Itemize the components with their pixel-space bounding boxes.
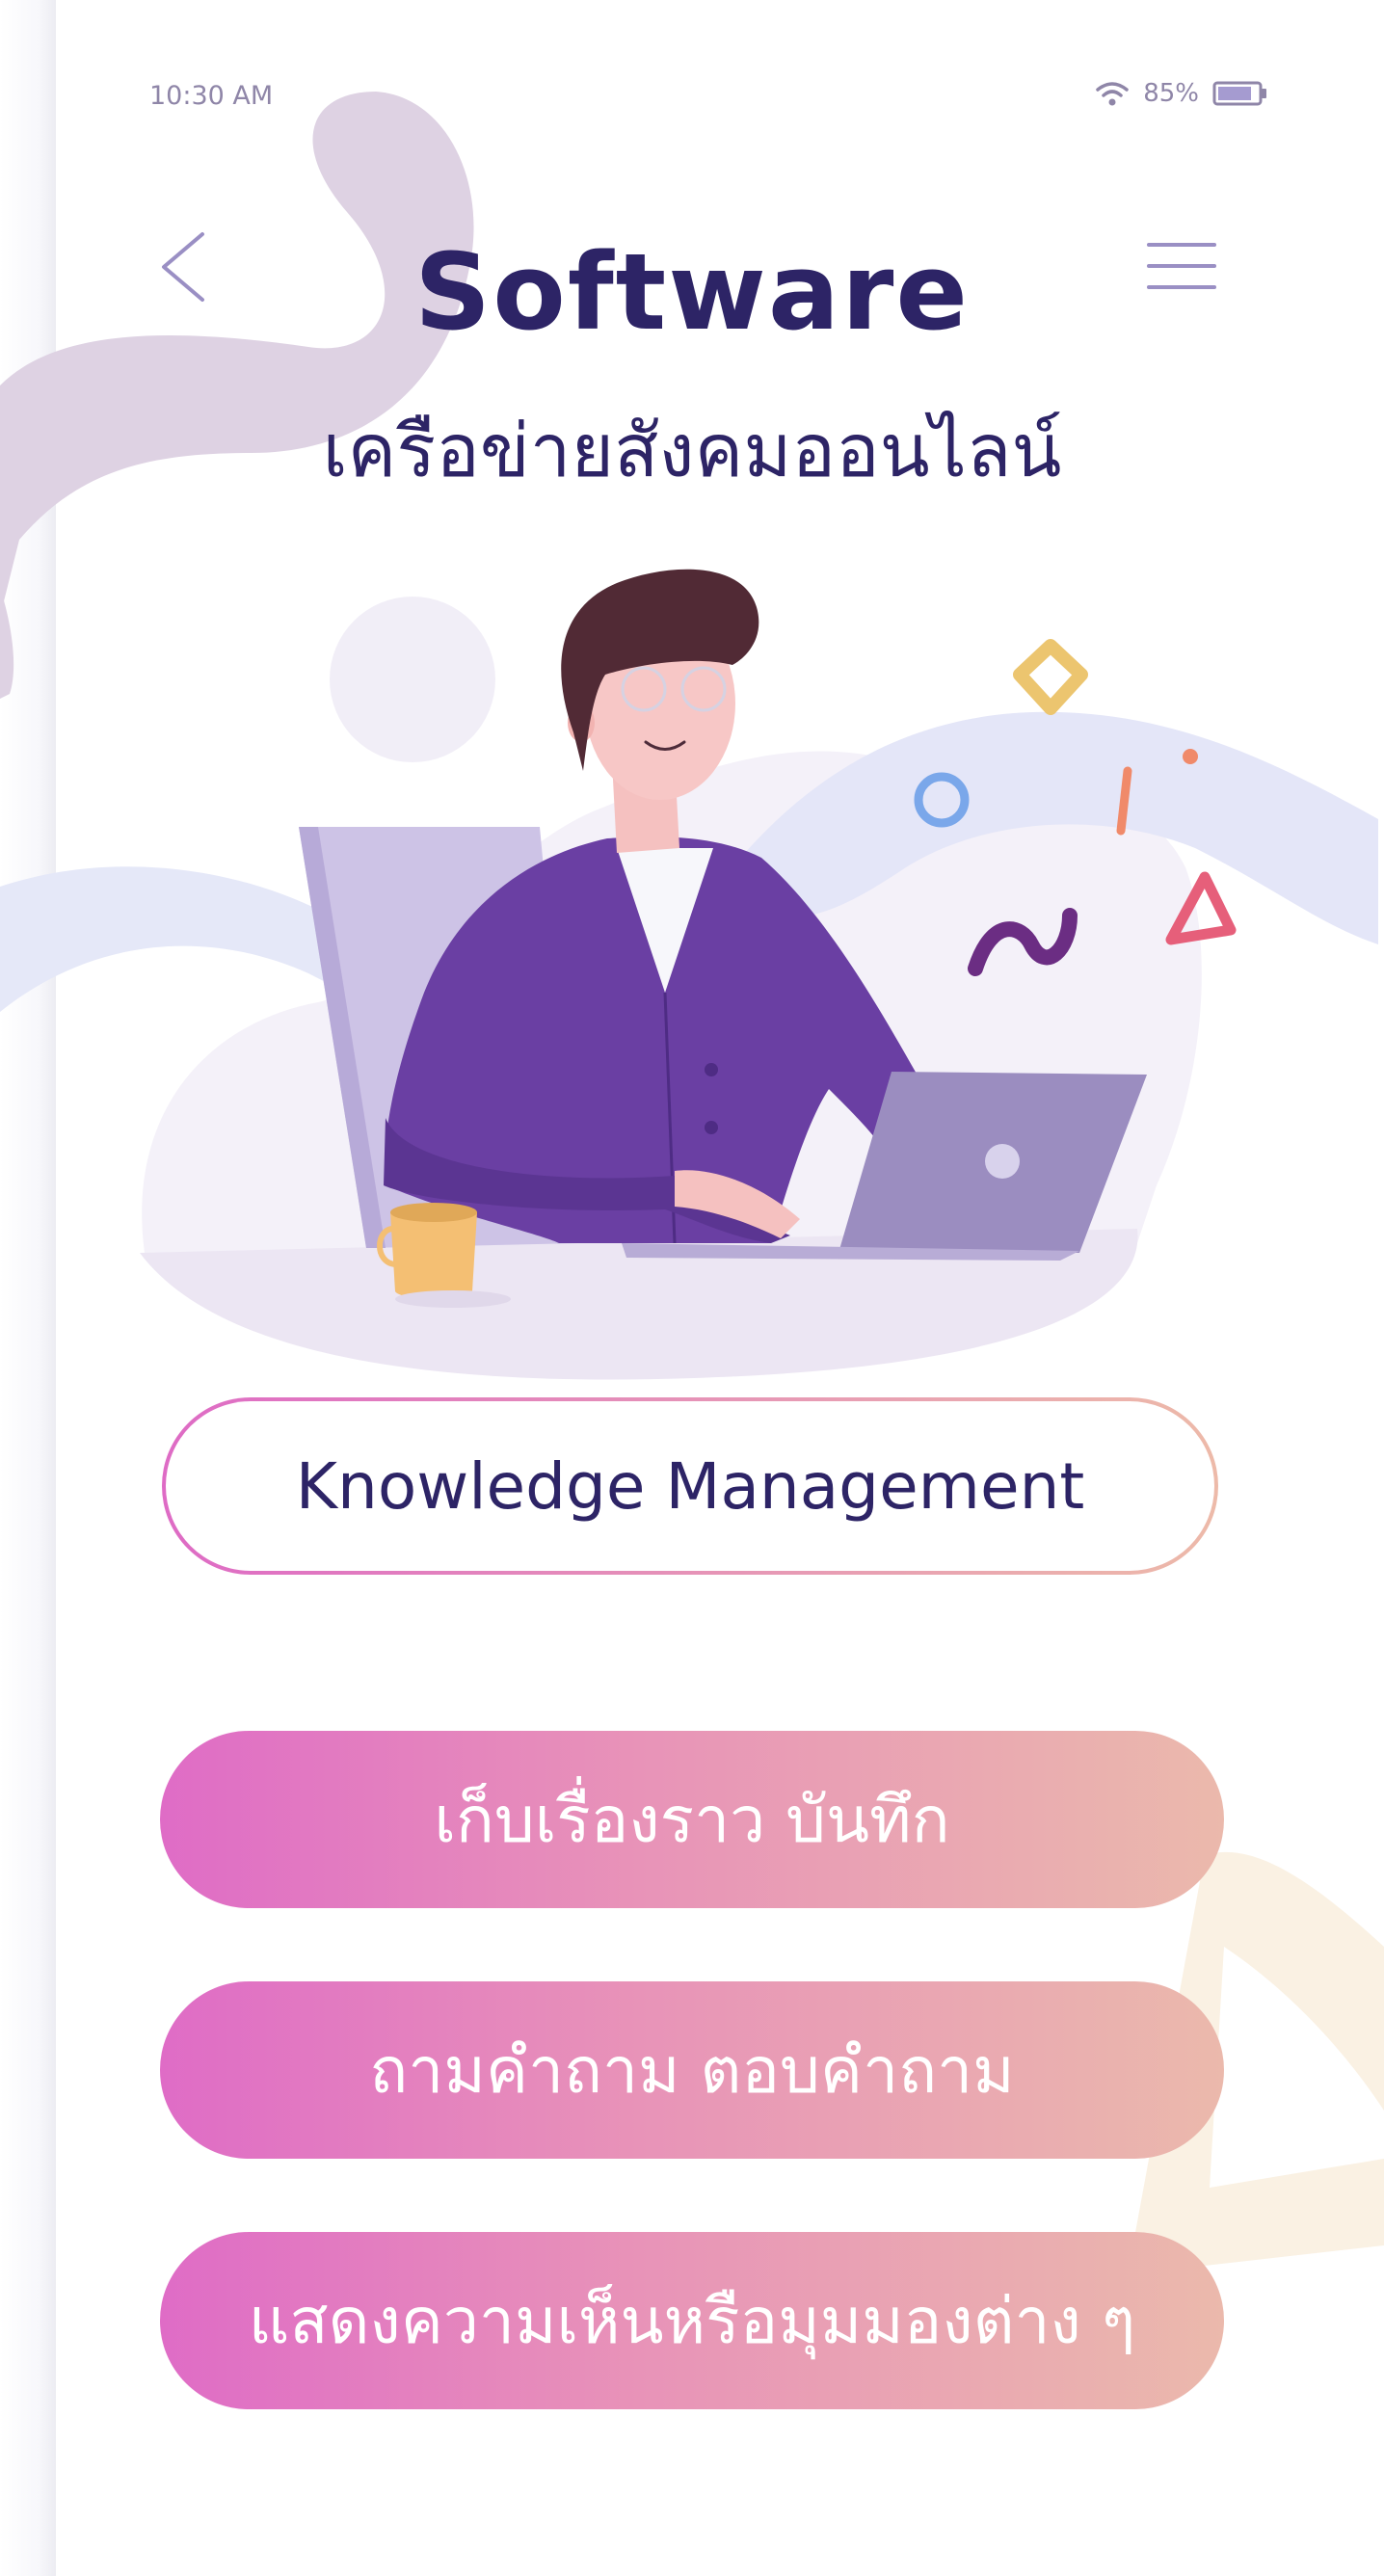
share-opinions-button[interactable]: แสดงความเห็นหรือมุมมองต่าง ๆ — [160, 2232, 1224, 2409]
knowledge-management-label: Knowledge Management — [166, 1401, 1214, 1571]
laptop-logo — [985, 1144, 1020, 1179]
store-stories-button[interactable]: เก็บเรื่องราว บันทึก — [160, 1731, 1224, 1908]
coffee-top — [390, 1203, 477, 1222]
status-time: 10:30 AM — [149, 81, 274, 111]
man-at-laptop-illustration — [0, 569, 1378, 1380]
coffee-cup — [390, 1212, 477, 1299]
bg-circle — [330, 597, 495, 762]
battery-icon — [1212, 80, 1268, 107]
status-indicators: 85% — [1095, 79, 1268, 108]
page-title: Software — [414, 230, 970, 354]
battery-percent: 85% — [1143, 79, 1199, 108]
jacket-button — [705, 1063, 718, 1076]
orange-dot — [1183, 749, 1198, 764]
yellow-diamond — [1013, 639, 1088, 715]
jacket-button — [705, 1121, 718, 1134]
cup-shadow — [395, 1290, 511, 1308]
knowledge-management-button[interactable]: Knowledge Management — [162, 1397, 1218, 1575]
page-subtitle: เครือข่ายสังคมออนไลน์ — [322, 408, 1062, 493]
wifi-icon — [1095, 80, 1130, 107]
ask-answer-questions-button[interactable]: ถามคำถาม ตอบคำถาม — [160, 1981, 1224, 2159]
